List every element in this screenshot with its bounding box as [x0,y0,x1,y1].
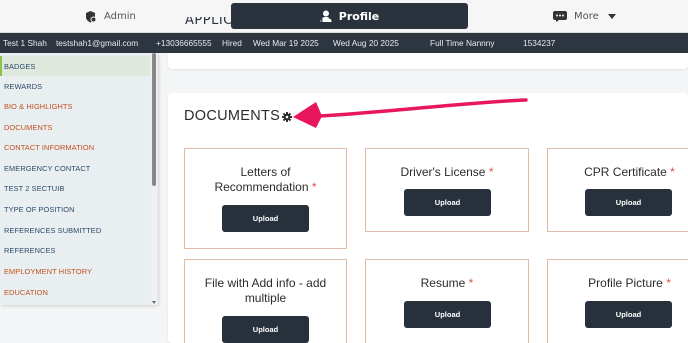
upload-button[interactable]: Upload [222,205,309,232]
document-label: Resume [420,276,466,290]
annotation-arrow-icon [293,98,528,128]
document-label: Driver's License [400,165,486,179]
sidebar-item-rewards[interactable]: REWARDS [4,82,42,91]
sidebar-scrollbar[interactable] [151,53,157,305]
upload-button[interactable]: Upload [404,189,491,216]
sidebar-item-references-submitted[interactable]: REFERENCES SUBMITTED [4,226,101,235]
start-date: Wed Mar 19 2025 [253,38,319,48]
document-label: File with Add info - add multiple [204,276,327,305]
admin-icon [86,11,97,23]
sidebar-item-type-of-position[interactable]: TYPE OF POSITION [4,205,75,214]
upload-button[interactable]: Upload [222,316,309,343]
tab-more[interactable]: More [553,4,616,29]
required-marker: * [488,165,494,179]
chat-dots-icon [553,11,567,22]
sidebar-item-emergency-contact[interactable]: EMERGENCY CONTACT [4,164,90,173]
document-card-letters: Letters of Recommendation * Upload [184,148,347,249]
required-marker: * [670,165,675,179]
candidate-phone: +13036665555 [156,38,212,48]
tab-admin[interactable]: Admin [84,4,136,29]
sidebar-item-references[interactable]: REFERENCES [4,246,56,255]
required-marker: * [311,180,317,194]
required-marker: * [666,276,671,290]
candidate-name: Test 1 Shah [3,38,47,48]
scroll-down-arrow-icon[interactable] [152,301,156,304]
tab-admin-label: Admin [104,11,136,22]
tab-more-label: More [574,11,599,22]
sidebar-item-documents[interactable]: DOCUMENTS [4,123,53,132]
sidebar-item-badges[interactable]: BADGES [0,56,150,76]
chevron-down-icon [607,14,616,19]
sidebar-item-education[interactable]: EDUCATION [4,288,48,297]
candidate-status: Hired [222,38,242,48]
document-card-add-info: File with Add info - add multiple Upload [184,259,347,343]
document-card-drivers-license: Driver's License * Upload [365,148,529,232]
scrollbar-thumb[interactable] [152,53,156,186]
section-title-application-details: APPLICATION DETAILS [185,17,337,25]
tab-profile-label: Profile [338,9,380,23]
document-card-resume: Resume * Upload [365,259,529,343]
document-label: Letters of Recommendation [214,165,309,194]
sidebar: BADGES REWARDS BIO & HIGHLIGHTS DOCUMENT… [0,53,158,305]
document-label: Profile Picture [588,276,663,290]
tab-profile[interactable]: Profile [231,3,468,29]
document-label: CPR Certificate [584,165,667,179]
document-card-cpr-certificate: CPR Certificate * Upload [547,148,688,232]
documents-title: DOCUMENTS [184,108,281,124]
upload-button[interactable]: Upload [585,301,672,328]
sidebar-item-contact-information[interactable]: CONTACT INFORMATION [4,143,94,152]
candidate-id: 1534237 [523,38,556,48]
sidebar-item-bio-highlights[interactable]: BIO & HIGHLIGHTS [4,102,73,111]
required-marker: * [468,276,474,290]
sidebar-item-employment-history[interactable]: EMPLOYMENT HISTORY [4,267,92,276]
top-nav: Admin Profile More [0,0,688,33]
end-date: Wed Aug 20 2025 [333,38,399,48]
candidate-info-bar: Test 1 Shah testshah1@gmail.com +1303666… [0,33,688,53]
position-type: Full Time Nannny [430,38,495,48]
upload-button[interactable]: Upload [585,189,672,216]
candidate-email: testshah1@gmail.com [56,38,139,48]
sidebar-item-test-2-sectuib[interactable]: TEST 2 SECTUIB [4,184,64,193]
upload-button[interactable]: Upload [404,301,491,328]
application-details-card [168,53,688,69]
document-card-profile-picture: Profile Picture * Upload [547,259,688,343]
